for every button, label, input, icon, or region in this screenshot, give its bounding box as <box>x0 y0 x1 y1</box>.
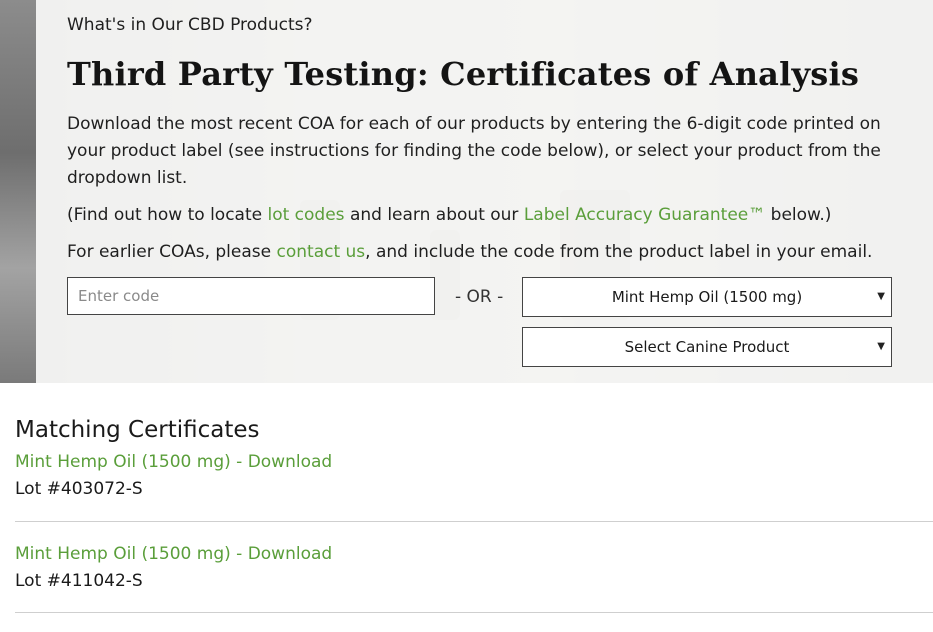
label-accuracy-guarantee-link[interactable]: Label Accuracy Guarantee™ <box>524 205 765 225</box>
intro-paragraph: Download the most recent COA for each of… <box>67 114 881 188</box>
canine-select-value: Select Canine Product <box>624 338 790 356</box>
product-select[interactable]: Mint Hemp Oil (1500 mg) ▼ <box>522 277 892 317</box>
contact-line-prefix: For earlier COAs, please <box>67 242 277 262</box>
chevron-down-icon: ▼ <box>877 291 885 302</box>
code-input[interactable] <box>67 277 435 315</box>
hero-background-image-edge <box>0 0 36 383</box>
lot-line-middle: and learn about our <box>344 205 524 225</box>
chevron-down-icon: ▼ <box>877 341 885 352</box>
contact-paragraph: For earlier COAs, please contact us, and… <box>67 239 897 266</box>
certificate-download-link[interactable]: Mint Hemp Oil (1500 mg) - Download <box>15 544 332 564</box>
contact-line-suffix: , and include the code from the product … <box>365 242 873 262</box>
lot-codes-link[interactable]: lot codes <box>267 205 344 225</box>
eyebrow-text: What's in Our CBD Products? <box>67 15 313 35</box>
product-select-value: Mint Hemp Oil (1500 mg) <box>611 288 803 306</box>
canine-product-select[interactable]: Select Canine Product ▼ <box>522 327 892 367</box>
certificate-item: Mint Hemp Oil (1500 mg) - Download Lot #… <box>15 521 933 613</box>
page-title: Third Party Testing: Certificates of Ana… <box>67 55 860 93</box>
results-title: Matching Certificates <box>15 417 260 443</box>
hero-section: What's in Our CBD Products? Third Party … <box>0 0 933 383</box>
contact-us-link[interactable]: contact us <box>277 242 366 262</box>
certificate-download-link[interactable]: Mint Hemp Oil (1500 mg) - Download <box>15 452 332 472</box>
lot-code-paragraph: (Find out how to locate lot codes and le… <box>67 202 897 229</box>
lot-number: Lot #411042-S <box>15 571 143 591</box>
lot-line-prefix: (Find out how to locate <box>67 205 268 225</box>
lot-number: Lot #403072-S <box>15 479 143 499</box>
certificate-item: Mint Hemp Oil (1500 mg) - Download Lot #… <box>15 447 933 522</box>
or-separator: - OR - <box>455 287 504 307</box>
lot-line-suffix: below.) <box>765 205 832 225</box>
